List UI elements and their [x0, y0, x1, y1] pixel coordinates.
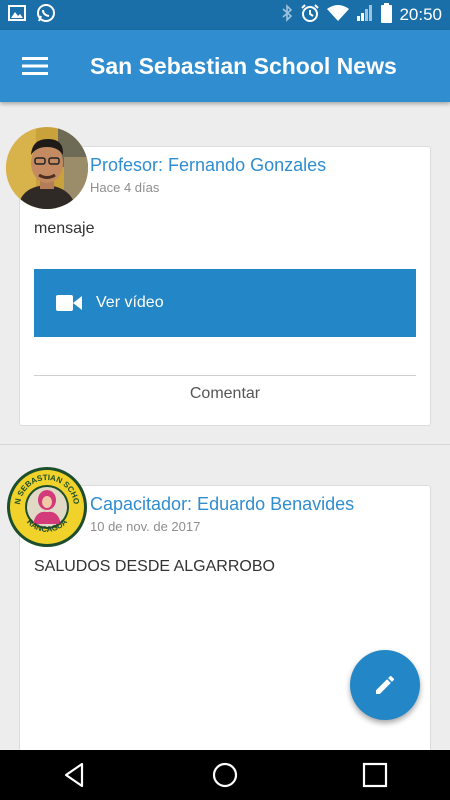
video-camera-icon	[56, 294, 82, 312]
app-bar: San Sebastian School News	[0, 30, 450, 102]
divider	[34, 375, 416, 376]
whatsapp-icon	[36, 3, 56, 28]
wifi-icon	[327, 4, 350, 27]
post-message: SALUDOS DESDE ALGARROBO	[34, 558, 275, 575]
post-author[interactable]: Profesor: Fernando Gonzales	[90, 155, 326, 176]
recents-icon[interactable]	[335, 750, 415, 800]
post-time: 10 de nov. de 2017	[90, 519, 201, 534]
signal-icon	[356, 4, 374, 27]
watch-video-button[interactable]: Ver vídeo	[34, 269, 416, 337]
watch-video-label: Ver vídeo	[96, 294, 164, 311]
avatar[interactable]	[6, 127, 88, 209]
post-message: mensaje	[34, 220, 95, 237]
comment-button[interactable]: Comentar	[34, 385, 416, 403]
hamburger-menu-icon[interactable]	[0, 30, 70, 102]
gallery-icon	[8, 4, 26, 26]
pencil-icon	[373, 673, 397, 697]
app-title: San Sebastian School News	[90, 52, 397, 79]
compose-fab[interactable]	[350, 650, 420, 720]
alarm-icon	[300, 3, 320, 28]
back-icon[interactable]	[35, 750, 115, 800]
feed-separator	[0, 444, 450, 445]
battery-icon	[381, 2, 393, 28]
home-icon[interactable]	[185, 750, 265, 800]
school-logo-avatar[interactable]: SAN SEBASTIAN SCHOOL RANCAGUA	[6, 466, 88, 548]
bluetooth-icon	[281, 3, 293, 27]
system-nav-bar	[0, 750, 450, 800]
status-bar: 20:50	[0, 0, 450, 30]
post-author[interactable]: Capacitador: Eduardo Benavides	[90, 494, 354, 515]
post-time: Hace 4 días	[90, 180, 160, 195]
clock-time: 20:50	[399, 5, 442, 24]
